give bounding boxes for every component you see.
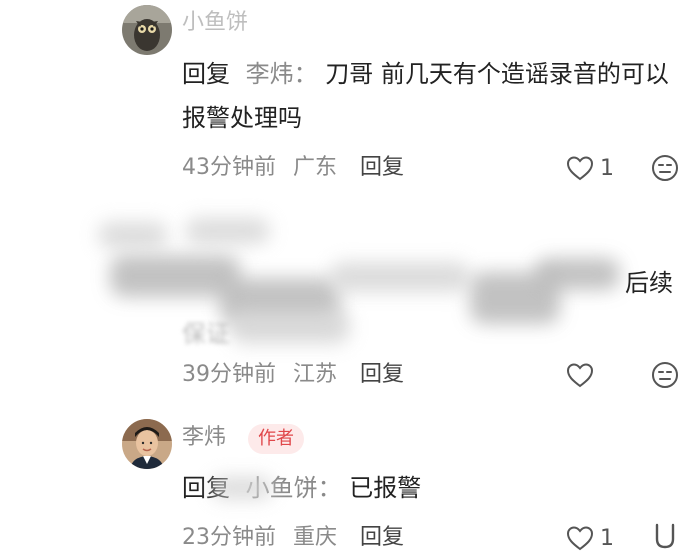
man-avatar-icon [122, 419, 172, 469]
blurred-avatar [98, 222, 168, 248]
comment-time: 39分钟前 [182, 362, 276, 387]
reply-button[interactable]: 回复 [360, 362, 404, 387]
comment-text: 回复 李炜： 刀哥 前几天有个造谣录音的可以报警处理吗 [182, 52, 677, 140]
comment-meta: 43分钟前 广东 回复 [182, 153, 404, 183]
comment-time: 43分钟前 [182, 155, 276, 180]
dislike-button[interactable] [650, 153, 680, 183]
reply-button[interactable]: 回复 [360, 155, 404, 180]
blurred-username [185, 218, 270, 244]
username[interactable]: 小鱼饼 [182, 8, 248, 38]
comment-body: 已报警 [349, 474, 422, 502]
comment-meta: 23分钟前 重庆 回复 [182, 523, 404, 552]
comment-item: 后续 保证 39分钟前 江苏 回复 [0, 200, 681, 405]
comment-text-visible-end: 后续 [625, 269, 673, 297]
owl-avatar-icon [122, 5, 172, 55]
blurred-content [330, 262, 470, 292]
dislike-button[interactable] [650, 360, 680, 390]
like-count: 1 [600, 525, 614, 551]
comment-location: 江苏 [293, 362, 338, 387]
username[interactable]: 李炜 [182, 423, 226, 453]
comment-location: 广东 [293, 155, 338, 180]
avatar[interactable] [122, 5, 172, 55]
like-count: 1 [600, 155, 614, 181]
author-badge: 作者 [248, 424, 304, 454]
heart-icon [566, 526, 594, 551]
comment-location: 重庆 [293, 525, 338, 550]
like-button[interactable] [566, 360, 594, 390]
dislike-button[interactable] [652, 521, 681, 551]
dislike-face-icon [652, 362, 678, 388]
comment-list: 小鱼饼 回复 李炜： 刀哥 前几天有个造谣录音的可以报警处理吗 43分钟前 广东… [0, 0, 681, 552]
heart-icon [566, 363, 594, 388]
comment-time: 23分钟前 [182, 525, 276, 550]
like-button[interactable]: 1 [566, 523, 614, 552]
like-button[interactable]: 1 [566, 153, 614, 183]
blurred-mention [212, 477, 272, 499]
comment-item: 李炜 作者 回复 小鱼饼： 已报警 23分钟前 重庆 回复 1 [0, 405, 681, 552]
avatar[interactable] [122, 419, 172, 469]
dislike-face-icon [655, 523, 675, 549]
reply-button[interactable]: 回复 [360, 525, 404, 550]
heart-icon [566, 156, 594, 181]
comment-meta: 39分钟前 江苏 回复 [182, 360, 404, 390]
reply-prefix: 回复 [182, 60, 230, 88]
blurred-content [535, 258, 620, 290]
reply-target[interactable]: 李炜： [246, 60, 318, 88]
dislike-face-icon [652, 155, 678, 181]
blurred-content [230, 310, 350, 344]
comment-text-line2: 保证 [182, 320, 230, 348]
comment-item: 小鱼饼 回复 李炜： 刀哥 前几天有个造谣录音的可以报警处理吗 43分钟前 广东… [0, 0, 681, 200]
